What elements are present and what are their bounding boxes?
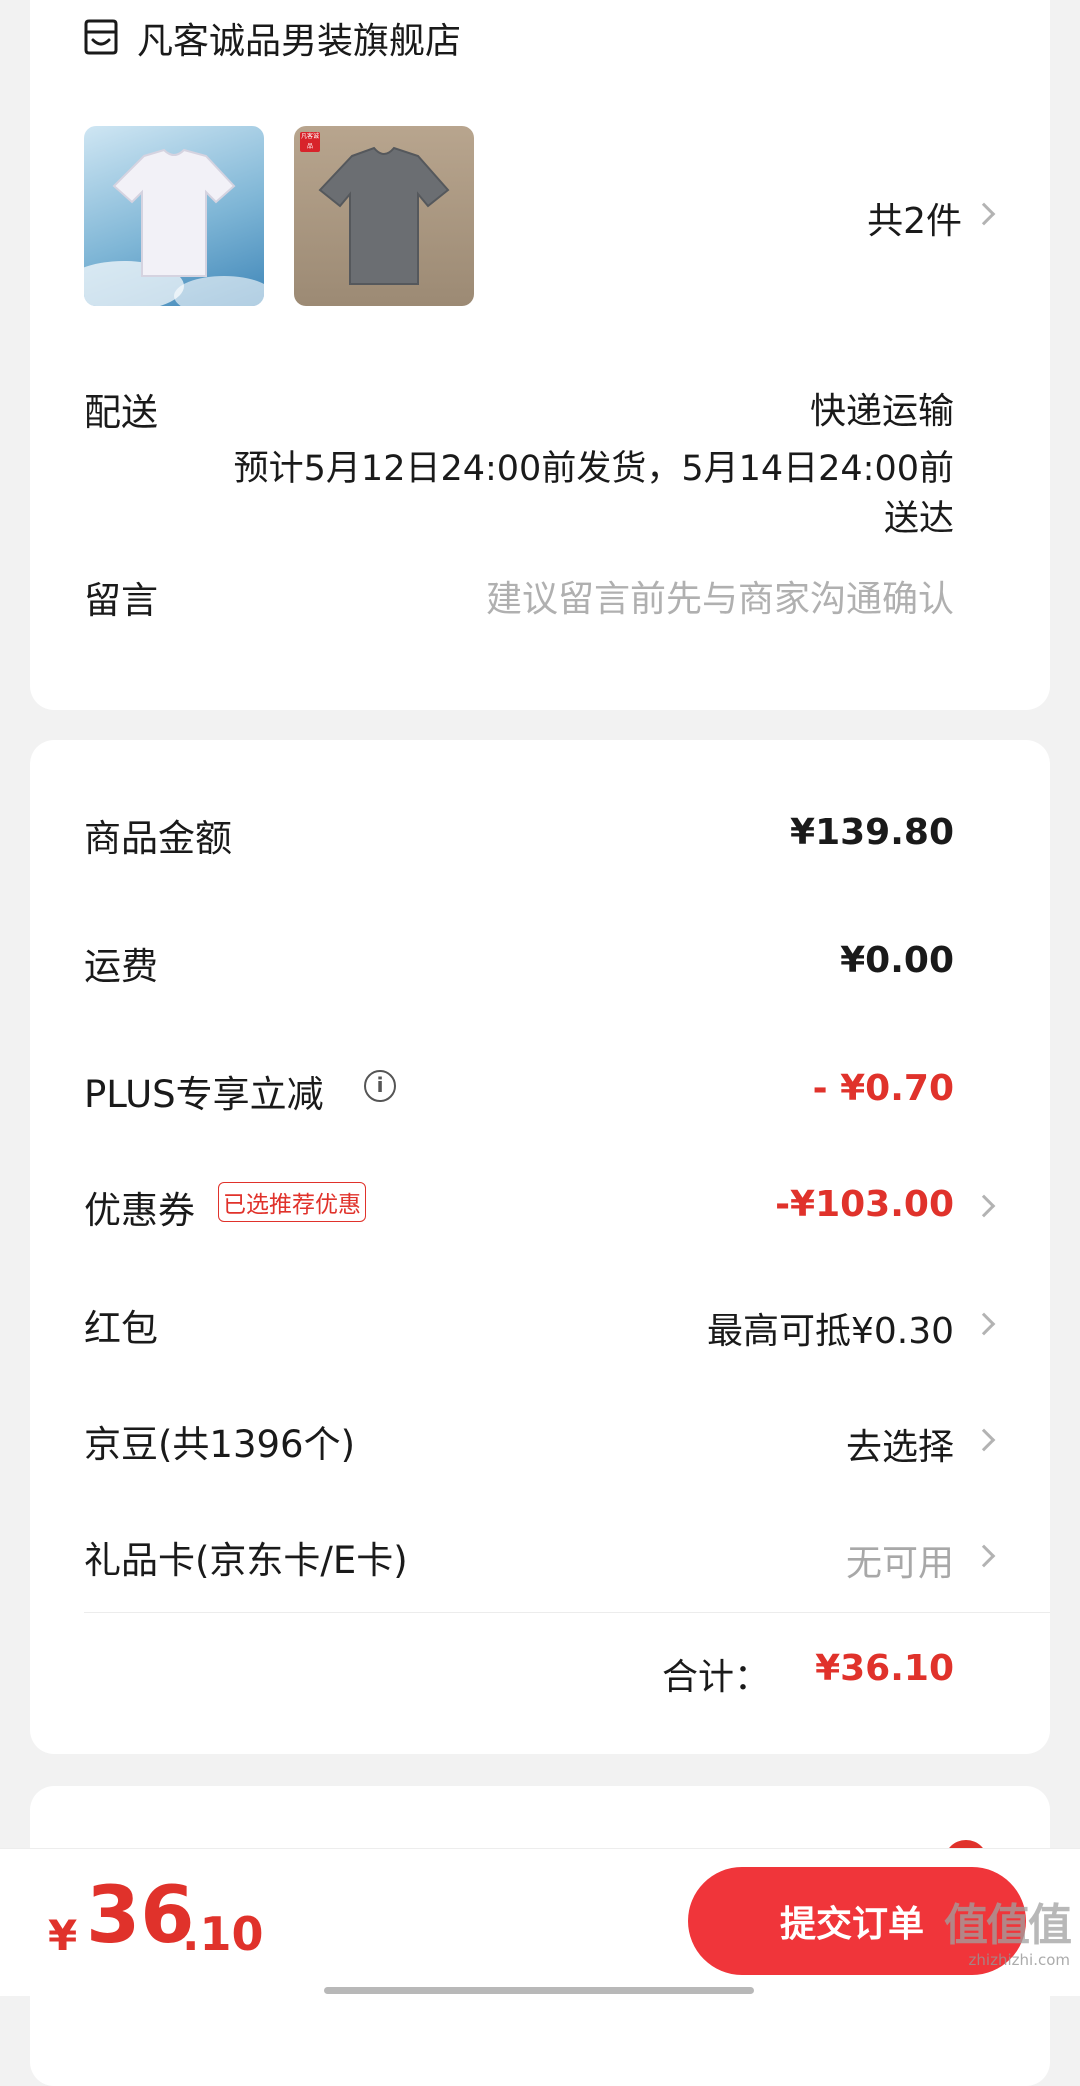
total-label: 合计： xyxy=(661,1657,770,1698)
jingdou-value: 去选择 xyxy=(845,1427,954,1468)
plus-discount-label: PLUS专享立减 xyxy=(84,1073,324,1116)
giftcard-row[interactable]: 礼品卡(京东卡/E卡) 无可用 xyxy=(84,1530,996,1590)
plus-discount-value: - ¥0.70 xyxy=(812,1068,954,1109)
item-count: 共2件 xyxy=(867,201,962,242)
total-value: ¥36.10 xyxy=(815,1648,954,1689)
goods-amount-label: 商品金额 xyxy=(84,817,232,860)
gray-tshirt-image xyxy=(318,146,450,285)
bottom-total: ¥ 36 .10 xyxy=(48,1871,348,1961)
giftcard-label: 礼品卡(京东卡/E卡) xyxy=(84,1539,408,1582)
divider xyxy=(84,1612,1050,1613)
coupon-tag: 已选推荐优惠 xyxy=(218,1182,366,1222)
store-icon xyxy=(82,18,120,56)
redpacket-label: 红包 xyxy=(84,1307,158,1350)
coupon-value: -¥103.00 xyxy=(775,1184,954,1225)
bottom-bar: ¥ 36 .10 提交订单 值值值 zhizhizhi.com xyxy=(0,1848,1080,1996)
jingdou-label: 京豆(共1396个) xyxy=(84,1423,356,1466)
coupon-label: 优惠券 xyxy=(84,1189,195,1232)
total-row: ¥36.10 合计： xyxy=(84,1648,996,1708)
shipping-value: ¥0.00 xyxy=(840,940,954,981)
shipping-label: 运费 xyxy=(84,945,158,988)
message-row[interactable]: 留言 建议留言前先与商家沟通确认 xyxy=(84,570,996,630)
product-thumbnail[interactable]: 凡客诚品 xyxy=(294,126,474,306)
shipping-row: 运费 ¥0.00 xyxy=(84,936,996,996)
goods-amount-value: ¥139.80 xyxy=(790,812,954,853)
delivery-row[interactable]: 配送 快递运输 预计5月12日24:00前发货，5月14日24:00前 送达 xyxy=(84,382,996,542)
message-input[interactable]: 建议留言前先与商家沟通确认 xyxy=(486,570,954,622)
coupon-row[interactable]: 优惠券 已选推荐优惠 -¥103.00 xyxy=(84,1180,996,1240)
product-thumbnail[interactable] xyxy=(84,126,264,306)
chevron-right-icon xyxy=(972,202,996,226)
chevron-right-icon xyxy=(972,1428,996,1452)
message-label: 留言 xyxy=(84,579,158,622)
price-summary-card: 商品金额 ¥139.80 运费 ¥0.00 PLUS专享立减 i - ¥0.70… xyxy=(30,740,1050,1754)
store-name: 凡客诚品男装旗舰店 xyxy=(137,21,462,62)
delivery-eta-line2: 送达 xyxy=(883,499,954,539)
chevron-right-icon xyxy=(972,1312,996,1336)
redpacket-value: 最高可抵¥0.30 xyxy=(706,1311,954,1352)
delivery-eta-line1: 预计5月12日24:00前发货，5月14日24:00前 xyxy=(233,449,954,489)
total-amount-integer: 36 xyxy=(86,1871,195,1961)
chevron-right-icon xyxy=(972,1544,996,1568)
home-indicator xyxy=(324,1987,754,1994)
watermark: 值值值 zhizhizhi.com xyxy=(930,1889,1072,1979)
delivery-method: 快递运输 xyxy=(809,391,954,432)
redpacket-row[interactable]: 红包 最高可抵¥0.30 xyxy=(84,1298,996,1358)
chevron-right-icon xyxy=(972,1194,996,1218)
giftcard-value: 无可用 xyxy=(845,1543,954,1584)
item-count-link[interactable]: 共2件 xyxy=(796,192,996,242)
total-amount-decimal: .10 xyxy=(182,1907,264,1961)
watermark-text: 值值值 xyxy=(944,1900,1072,1951)
brand-badge: 凡客诚品 xyxy=(300,132,320,152)
delivery-label: 配送 xyxy=(84,391,158,434)
goods-amount-row: 商品金额 ¥139.80 xyxy=(84,808,996,868)
info-icon[interactable]: i xyxy=(364,1070,396,1102)
watermark-url: zhizhizhi.com xyxy=(968,1951,1070,1969)
plus-discount-row: PLUS专享立减 i - ¥0.70 xyxy=(84,1064,996,1124)
store-header[interactable]: 凡客诚品男装旗舰店 xyxy=(82,12,682,72)
jingdou-row[interactable]: 京豆(共1396个) 去选择 xyxy=(84,1414,996,1474)
white-tshirt-image xyxy=(84,148,264,306)
store-card: 凡客诚品男装旗舰店 凡客诚品 共2件 配送 快递运输 预计5月12日24:00前… xyxy=(30,0,1050,710)
currency-symbol: ¥ xyxy=(48,1911,78,1960)
submit-order-label: 提交订单 xyxy=(780,1904,925,1945)
